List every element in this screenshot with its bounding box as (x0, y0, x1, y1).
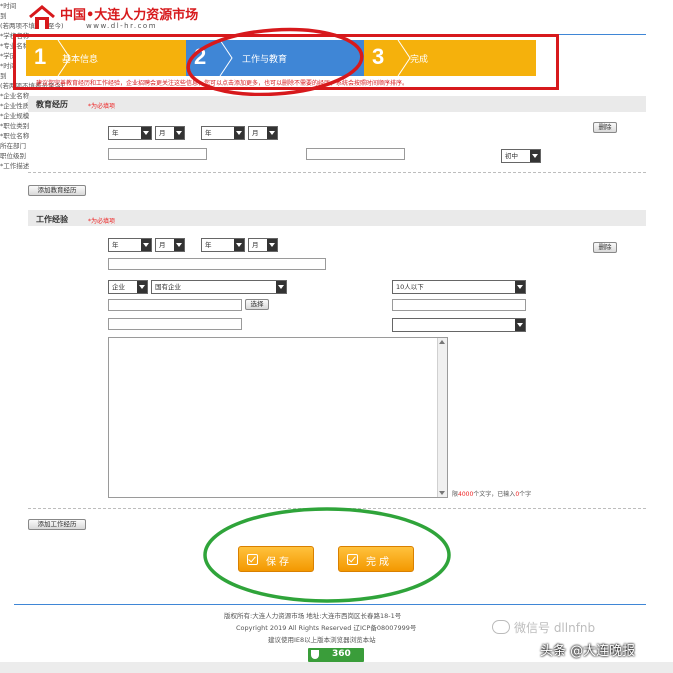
select-value: 10人以下 (396, 283, 424, 291)
category-input[interactable] (108, 299, 242, 311)
scroll-down-icon[interactable] (439, 491, 445, 495)
desc-label: *工作描述 (0, 162, 30, 170)
start-year-select[interactable]: 年 (108, 126, 152, 140)
select-value: 月 (159, 129, 166, 137)
position-input[interactable] (392, 299, 526, 311)
shield-icon (311, 650, 319, 659)
start-month-select[interactable]: 月 (155, 238, 185, 252)
select-value: 年 (112, 129, 119, 137)
highlight-ellipse (203, 507, 451, 603)
house-logo-icon (29, 5, 55, 29)
select-value: 企业 (112, 283, 125, 291)
footer-icp: Copyright 2019 All Rights Reserved 辽ICP备… (236, 624, 417, 632)
start-year-select[interactable]: 年 (108, 238, 152, 252)
logo-url: www.dl-hr.com (86, 22, 158, 30)
security-badge[interactable]: 360 (308, 648, 364, 662)
chevron-down-icon (141, 127, 151, 139)
major-input[interactable] (306, 148, 405, 160)
scroll-up-icon[interactable] (439, 340, 445, 344)
chevron-down-icon (234, 127, 244, 139)
position-label: *职位名称 (0, 132, 30, 140)
scale-select[interactable]: 10人以下 (392, 280, 526, 294)
select-value: 月 (252, 241, 259, 249)
select-value: 初中 (505, 152, 518, 160)
nature-detail-select[interactable]: 国有企业 (151, 280, 287, 294)
chevron-down-icon (174, 239, 184, 251)
work-header (28, 210, 646, 226)
required-note: *为必填项 (88, 218, 116, 225)
counter-mid: 个文字，已输入 (473, 491, 516, 498)
degree-select[interactable]: 初中 (501, 149, 541, 163)
company-input[interactable] (108, 258, 326, 270)
end-month-select[interactable]: 月 (248, 238, 278, 252)
chevron-down-icon (174, 127, 184, 139)
counter-suffix: 个字 (519, 491, 532, 498)
description-textarea[interactable] (108, 337, 448, 498)
work-title: 工作经验 (36, 215, 68, 224)
footer-copyright: 版权所有:大连人力资源市场 地址:大连市西岗区长春路18-1号 (224, 612, 402, 620)
select-value: 国有企业 (155, 283, 181, 291)
footer-browser-note: 建议使用IE8以上版本浏览器浏览本站 (268, 636, 376, 644)
chevron-down-icon (137, 281, 147, 293)
nature-type-select[interactable]: 企业 (108, 280, 148, 294)
end-month-select[interactable]: 月 (248, 126, 278, 140)
watermark-wechat: 微信号 dllnfnb (492, 610, 612, 640)
select-value: 年 (112, 241, 119, 249)
char-counter: 限4000个文字，已输入0个字 (452, 489, 531, 498)
start-month-select[interactable]: 月 (155, 126, 185, 140)
end-year-select[interactable]: 年 (201, 238, 245, 252)
wechat-icon (492, 620, 510, 634)
section-divider (28, 172, 646, 173)
add-education-button[interactable]: 添加教育经历 (28, 185, 86, 196)
chevron-down-icon (267, 127, 277, 139)
select-value: 月 (252, 129, 259, 137)
chevron-down-icon (515, 319, 525, 331)
scrollbar[interactable] (437, 338, 447, 497)
badge-label: 360 (332, 649, 351, 659)
chevron-down-icon (515, 281, 525, 293)
select-value: 年 (205, 129, 212, 137)
required-note: *为必填项 (88, 103, 116, 110)
watermark-wechat-text: 微信号 dllnfnb (514, 621, 596, 635)
footer-rule (14, 604, 646, 605)
school-input[interactable] (108, 148, 207, 160)
select-value: 年 (205, 241, 212, 249)
category-label: *职位类别 (0, 122, 30, 130)
select-value: 月 (159, 241, 166, 249)
choose-category-button[interactable]: 选择 (245, 299, 269, 310)
education-title: 教育经历 (36, 100, 68, 109)
taskbar-strip (0, 662, 673, 673)
chevron-down-icon (530, 150, 540, 162)
highlight-ellipse (186, 27, 364, 97)
watermark-toutiao: 头条 @大连晚报 (540, 644, 636, 659)
add-work-button[interactable]: 添加工作经历 (28, 519, 86, 530)
counter-max: 4000 (458, 491, 474, 498)
dept-input[interactable] (108, 318, 242, 330)
delete-work-button[interactable]: 删除 (593, 242, 617, 253)
logo-title: 中国•大连人力资源市场 (60, 8, 199, 23)
education-header (28, 96, 646, 112)
chevron-down-icon (141, 239, 151, 251)
chevron-down-icon (234, 239, 244, 251)
delete-education-button[interactable]: 删除 (593, 122, 617, 133)
chevron-down-icon (267, 239, 277, 251)
chevron-down-icon (276, 281, 286, 293)
level-select[interactable] (392, 318, 526, 332)
end-year-select[interactable]: 年 (201, 126, 245, 140)
